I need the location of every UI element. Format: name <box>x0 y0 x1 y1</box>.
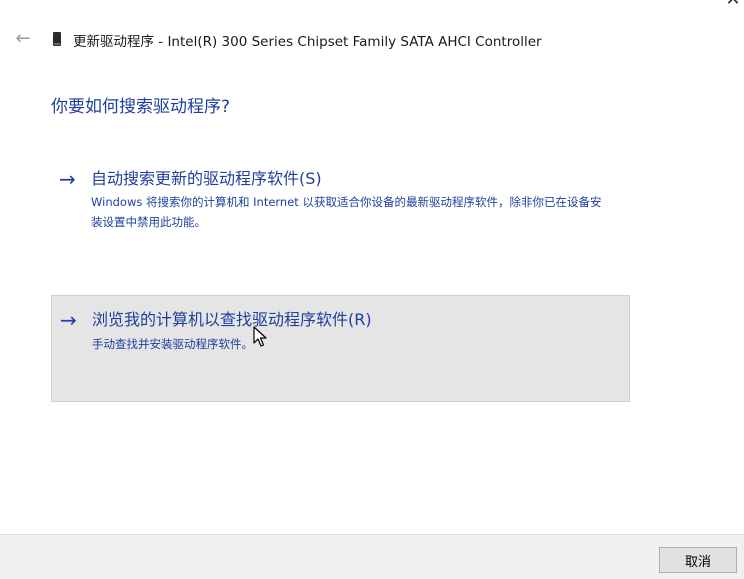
dialog-title: 更新驱动程序 - Intel(R) 300 Series Chipset Fam… <box>73 34 542 50</box>
device-icon <box>53 32 61 46</box>
cancel-button[interactable]: 取消 <box>659 547 737 573</box>
close-icon[interactable]: ✕ <box>722 0 744 10</box>
dialog-footer: 取消 <box>0 534 744 579</box>
dialog-header: ← 更新驱动程序 - Intel(R) 300 Series Chipset F… <box>0 26 744 54</box>
browse-computer-option[interactable]: → 浏览我的计算机以查找驱动程序软件(R) 手动查找并安装驱动程序软件。 <box>51 295 630 402</box>
page-heading: 你要如何搜索驱动程序? <box>51 97 231 117</box>
update-driver-dialog: ✕ ← 更新驱动程序 - Intel(R) 300 Series Chipset… <box>0 0 744 579</box>
back-arrow-icon[interactable]: ← <box>12 28 34 50</box>
search-automatically-option[interactable]: → 自动搜索更新的驱动程序软件(S) Windows 将搜索你的计算机和 Int… <box>51 160 631 242</box>
option-title: 浏览我的计算机以查找驱动程序软件(R) <box>92 310 372 329</box>
option-description: Windows 将搜索你的计算机和 Internet 以获取适合你设备的最新驱动… <box>91 195 602 229</box>
option-title: 自动搜索更新的驱动程序软件(S) <box>91 169 322 188</box>
arrow-right-icon: → <box>60 308 77 332</box>
option-description: 手动查找并安装驱动程序软件。 <box>92 337 253 351</box>
arrow-right-icon: → <box>59 167 76 191</box>
